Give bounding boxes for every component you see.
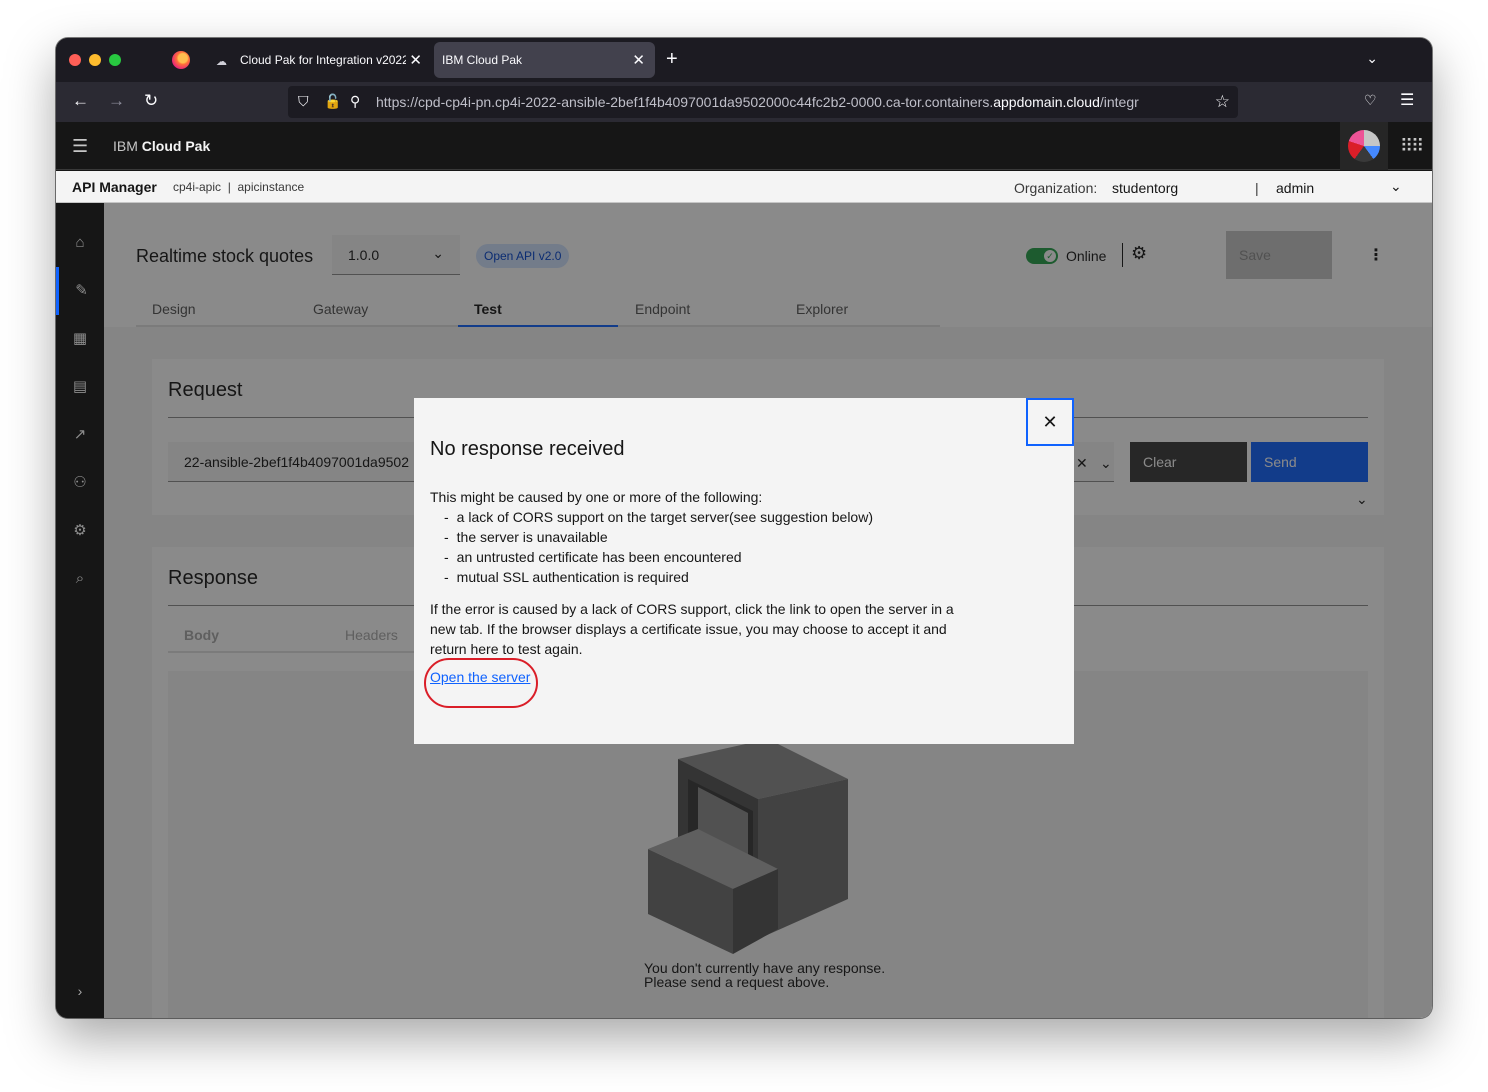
home-icon[interactable]: ⌂ xyxy=(56,219,104,267)
header-separator: | xyxy=(1255,180,1259,196)
app-switcher-grid-icon[interactable]: ⠿⠿ xyxy=(1400,136,1424,157)
zoom-window-button[interactable] xyxy=(109,54,121,66)
settings-gear-icon[interactable]: ⚙ xyxy=(56,507,104,555)
minimize-window-button[interactable] xyxy=(89,54,101,66)
modal-paragraph: If the error is caused by a lack of CORS… xyxy=(430,601,954,657)
annotation-highlight-circle xyxy=(424,658,538,708)
apps-grid-icon[interactable]: ▦ xyxy=(56,315,104,363)
modal-title: No response received xyxy=(430,438,625,460)
search-icon[interactable]: ⌕ xyxy=(56,555,104,603)
expand-chevron-right-icon[interactable]: › xyxy=(56,983,104,999)
develop-edit-icon[interactable]: ✎ xyxy=(56,267,104,315)
browser-window: ☁ Cloud Pak for Integration v2022 ✕ IBM … xyxy=(56,38,1432,1018)
catalog-icon[interactable]: ▤ xyxy=(56,363,104,411)
lock-warning-icon[interactable]: 🔓 xyxy=(324,93,341,110)
pocket-icon[interactable]: ♡ xyxy=(1364,92,1377,109)
browser-tab-label: Cloud Pak for Integration v2022 xyxy=(240,53,406,67)
breadcrumb: cp4i-apic | apicinstance xyxy=(173,180,305,194)
browser-navigation-bar: ← → ↻ ⛉ 🔓 ⚲ https://cpd-cp4i-pn.cp4i-202… xyxy=(56,82,1432,122)
close-tab-icon[interactable]: ✕ xyxy=(632,51,645,69)
app-header: ☰ IBM Cloud Pak ⠿⠿ xyxy=(56,122,1432,170)
url-prefix: https://cpd-cp4i-pn.cp4i-2022-ansible-2b… xyxy=(376,94,994,110)
cloud-icon: ☁ xyxy=(216,56,227,68)
new-tab-plus-icon[interactable]: + xyxy=(666,48,678,71)
hamburger-menu-icon[interactable]: ☰ xyxy=(1400,90,1414,110)
analytics-chart-icon[interactable]: ↗ xyxy=(56,411,104,459)
brand-title[interactable]: IBM Cloud Pak xyxy=(113,138,210,154)
shield-icon[interactable]: ⛉ xyxy=(298,93,309,110)
avatar xyxy=(1348,130,1380,162)
user-avatar-button[interactable] xyxy=(1340,122,1388,170)
list-tabs-chevron-down-icon[interactable]: ⌄ xyxy=(1366,50,1378,67)
browser-tab-strip: ☁ Cloud Pak for Integration v2022 ✕ IBM … xyxy=(56,38,1432,82)
brand-prefix: IBM xyxy=(113,138,138,154)
hamburger-menu-icon[interactable]: ☰ xyxy=(72,136,88,157)
left-navigation: ⌂ ✎ ▦ ▤ ↗ ⚇ ⚙ ⌕ › xyxy=(56,203,104,1018)
reload-icon[interactable]: ↻ xyxy=(144,91,158,111)
list-item: a lack of CORS support on the target ser… xyxy=(444,509,873,529)
permissions-icon[interactable]: ⚲ xyxy=(350,93,360,110)
modal-intro: This might be caused by one or more of t… xyxy=(430,489,763,505)
browser-tab-label: IBM Cloud Pak xyxy=(442,53,523,67)
brand-name: Cloud Pak xyxy=(141,138,211,154)
product-name[interactable]: API Manager xyxy=(72,179,157,195)
organization-value[interactable]: studentorg xyxy=(1112,180,1178,196)
user-menu-chevron-down-icon[interactable]: ⌄ xyxy=(1390,178,1402,195)
close-tab-icon[interactable]: ✕ xyxy=(409,51,422,69)
causes-list: a lack of CORS support on the target ser… xyxy=(444,509,873,589)
list-item: the server is unavailable xyxy=(444,529,873,549)
address-bar[interactable]: ⛉ 🔓 ⚲ https://cpd-cp4i-pn.cp4i-2022-ansi… xyxy=(288,86,1238,118)
firefox-icon[interactable] xyxy=(172,51,190,69)
browser-tab-cloud-pak-integration[interactable]: ☁ Cloud Pak for Integration v2022 ✕ xyxy=(206,42,430,78)
list-item: an untrusted certificate has been encoun… xyxy=(444,549,873,569)
forward-arrow-icon[interactable]: → xyxy=(108,91,125,111)
list-item: mutual SSL authentication is required xyxy=(444,569,873,589)
user-name[interactable]: admin xyxy=(1276,180,1314,196)
url-text[interactable]: https://cpd-cp4i-pn.cp4i-2022-ansible-2b… xyxy=(376,94,1202,110)
users-icon[interactable]: ⚇ xyxy=(56,459,104,507)
product-sub-header: API Manager cp4i-apic | apicinstance Org… xyxy=(56,171,1432,203)
back-arrow-icon[interactable]: ← xyxy=(72,91,89,111)
url-host: appdomain.cloud xyxy=(993,94,1100,110)
close-window-button[interactable] xyxy=(69,54,81,66)
bookmark-star-icon[interactable]: ☆ xyxy=(1215,92,1230,112)
organization-label: Organization: xyxy=(1014,180,1098,196)
url-suffix: /integr xyxy=(1099,94,1139,110)
browser-tab-ibm-cloud-pak[interactable]: IBM Cloud Pak ✕ xyxy=(434,42,655,78)
close-icon[interactable]: ✕ xyxy=(1026,398,1074,446)
